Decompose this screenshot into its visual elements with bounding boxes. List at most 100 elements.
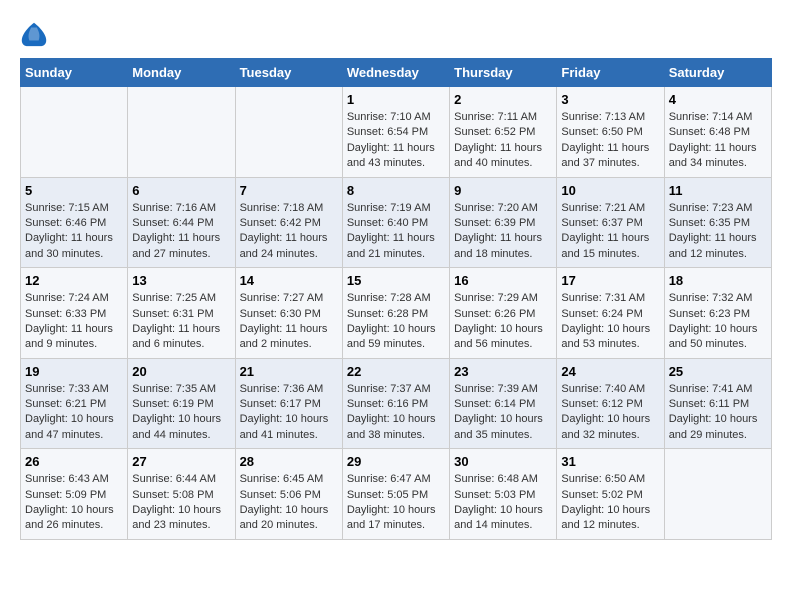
calendar-cell: 3 Sunrise: 7:13 AM Sunset: 6:50 PM Daylig… (557, 87, 664, 178)
day-number: 28 (240, 454, 338, 469)
day-number: 24 (561, 364, 659, 379)
day-number: 31 (561, 454, 659, 469)
day-info: Sunrise: 7:39 AM Sunset: 6:14 PM Dayligh… (454, 382, 552, 444)
calendar-cell: 11Sunrise: 7:23 AM Sunset: 6:35 PM Dayli… (664, 177, 771, 268)
day-info: Sunrise: 7:14 AM Sunset: 6:48 PM Dayligh… (669, 110, 767, 172)
weekday-header-sunday: Sunday (21, 59, 128, 87)
day-number: 13 (132, 273, 230, 288)
calendar-cell: 28Sunrise: 6:45 AM Sunset: 5:06 PM Dayli… (235, 449, 342, 540)
day-number: 10 (561, 183, 659, 198)
calendar-cell: 10 Sunrise: 7:21 AM Sunset: 6:37 PM Dayli… (557, 177, 664, 268)
day-number: 17 (561, 273, 659, 288)
calendar-cell: 8 Sunrise: 7:19 AM Sunset: 6:40 PM Daylig… (342, 177, 449, 268)
day-number: 29 (347, 454, 445, 469)
calendar-cell: 30 Sunrise: 6:48 AM Sunset: 5:03 PM Dayli… (450, 449, 557, 540)
day-info: Sunrise: 7:21 AM Sunset: 6:37 PM Dayligh… (561, 201, 659, 263)
day-number: 2 (454, 92, 552, 107)
calendar-cell (235, 87, 342, 178)
day-info: Sunrise: 7:31 AM Sunset: 6:24 PM Dayligh… (561, 291, 659, 353)
calendar-cell: 5Sunrise: 7:15 AM Sunset: 6:46 PM Daylig… (21, 177, 128, 268)
calendar-cell: 12 Sunrise: 7:24 AM Sunset: 6:33 PM Dayli… (21, 268, 128, 359)
calendar-cell: 6Sunrise: 7:16 AM Sunset: 6:44 PM Daylig… (128, 177, 235, 268)
calendar-table: SundayMondayTuesdayWednesdayThursdayFrid… (20, 58, 772, 540)
day-number: 16 (454, 273, 552, 288)
day-number: 23 (454, 364, 552, 379)
day-number: 7 (240, 183, 338, 198)
logo (20, 20, 50, 48)
day-info: Sunrise: 7:28 AM Sunset: 6:28 PM Dayligh… (347, 291, 445, 353)
day-number: 1 (347, 92, 445, 107)
calendar-cell: 2 Sunrise: 7:11 AM Sunset: 6:52 PM Daylig… (450, 87, 557, 178)
calendar-cell: 21 Sunrise: 7:36 AM Sunset: 6:17 PM Dayli… (235, 358, 342, 449)
day-info: Sunrise: 7:41 AM Sunset: 6:11 PM Dayligh… (669, 382, 767, 444)
day-info: Sunrise: 7:24 AM Sunset: 6:33 PM Dayligh… (25, 291, 123, 353)
day-number: 3 (561, 92, 659, 107)
calendar-week-row: 19 Sunrise: 7:33 AM Sunset: 6:21 PM Dayli… (21, 358, 772, 449)
day-info: Sunrise: 7:35 AM Sunset: 6:19 PM Dayligh… (132, 382, 230, 444)
day-number: 19 (25, 364, 123, 379)
day-info: Sunrise: 7:32 AM Sunset: 6:23 PM Dayligh… (669, 291, 767, 353)
weekday-header-wednesday: Wednesday (342, 59, 449, 87)
day-info: Sunrise: 6:47 AM Sunset: 5:05 PM Dayligh… (347, 472, 445, 534)
calendar-cell: 4Sunrise: 7:14 AM Sunset: 6:48 PM Daylig… (664, 87, 771, 178)
day-info: Sunrise: 7:27 AM Sunset: 6:30 PM Dayligh… (240, 291, 338, 353)
day-number: 5 (25, 183, 123, 198)
weekday-header-tuesday: Tuesday (235, 59, 342, 87)
day-number: 18 (669, 273, 767, 288)
day-number: 25 (669, 364, 767, 379)
calendar-cell: 1 Sunrise: 7:10 AM Sunset: 6:54 PM Daylig… (342, 87, 449, 178)
day-number: 14 (240, 273, 338, 288)
calendar-week-row: 26 Sunrise: 6:43 AM Sunset: 5:09 PM Dayli… (21, 449, 772, 540)
calendar-cell: 29 Sunrise: 6:47 AM Sunset: 5:05 PM Dayli… (342, 449, 449, 540)
weekday-header-row: SundayMondayTuesdayWednesdayThursdayFrid… (21, 59, 772, 87)
day-number: 30 (454, 454, 552, 469)
day-info: Sunrise: 6:50 AM Sunset: 5:02 PM Dayligh… (561, 472, 659, 534)
calendar-cell: 16Sunrise: 7:29 AM Sunset: 6:26 PM Dayli… (450, 268, 557, 359)
calendar-cell: 24 Sunrise: 7:40 AM Sunset: 6:12 PM Dayli… (557, 358, 664, 449)
calendar-cell (21, 87, 128, 178)
day-number: 27 (132, 454, 230, 469)
calendar-cell: 27 Sunrise: 6:44 AM Sunset: 5:08 PM Dayli… (128, 449, 235, 540)
day-info: Sunrise: 7:40 AM Sunset: 6:12 PM Dayligh… (561, 382, 659, 444)
calendar-cell: 15 Sunrise: 7:28 AM Sunset: 6:28 PM Dayli… (342, 268, 449, 359)
weekday-header-saturday: Saturday (664, 59, 771, 87)
day-info: Sunrise: 7:19 AM Sunset: 6:40 PM Dayligh… (347, 201, 445, 263)
day-number: 26 (25, 454, 123, 469)
day-number: 9 (454, 183, 552, 198)
calendar-cell: 17 Sunrise: 7:31 AM Sunset: 6:24 PM Dayli… (557, 268, 664, 359)
day-info: Sunrise: 7:13 AM Sunset: 6:50 PM Dayligh… (561, 110, 659, 172)
day-info: Sunrise: 6:44 AM Sunset: 5:08 PM Dayligh… (132, 472, 230, 534)
calendar-cell: 26 Sunrise: 6:43 AM Sunset: 5:09 PM Dayli… (21, 449, 128, 540)
day-info: Sunrise: 7:33 AM Sunset: 6:21 PM Dayligh… (25, 382, 123, 444)
calendar-cell (664, 449, 771, 540)
day-number: 20 (132, 364, 230, 379)
day-number: 21 (240, 364, 338, 379)
day-info: Sunrise: 6:48 AM Sunset: 5:03 PM Dayligh… (454, 472, 552, 534)
calendar-cell: 20 Sunrise: 7:35 AM Sunset: 6:19 PM Dayli… (128, 358, 235, 449)
calendar-cell: 25 Sunrise: 7:41 AM Sunset: 6:11 PM Dayli… (664, 358, 771, 449)
day-info: Sunrise: 7:36 AM Sunset: 6:17 PM Dayligh… (240, 382, 338, 444)
day-info: Sunrise: 7:11 AM Sunset: 6:52 PM Dayligh… (454, 110, 552, 172)
calendar-cell: 7 Sunrise: 7:18 AM Sunset: 6:42 PM Daylig… (235, 177, 342, 268)
calendar-cell: 14 Sunrise: 7:27 AM Sunset: 6:30 PM Dayli… (235, 268, 342, 359)
day-info: Sunrise: 7:18 AM Sunset: 6:42 PM Dayligh… (240, 201, 338, 263)
page-header (20, 20, 772, 48)
day-number: 22 (347, 364, 445, 379)
day-number: 8 (347, 183, 445, 198)
calendar-cell: 13Sunrise: 7:25 AM Sunset: 6:31 PM Dayli… (128, 268, 235, 359)
calendar-week-row: 5Sunrise: 7:15 AM Sunset: 6:46 PM Daylig… (21, 177, 772, 268)
logo-icon (20, 20, 48, 48)
weekday-header-friday: Friday (557, 59, 664, 87)
calendar-cell (128, 87, 235, 178)
day-number: 12 (25, 273, 123, 288)
day-number: 11 (669, 183, 767, 198)
day-info: Sunrise: 7:20 AM Sunset: 6:39 PM Dayligh… (454, 201, 552, 263)
calendar-cell: 9 Sunrise: 7:20 AM Sunset: 6:39 PM Daylig… (450, 177, 557, 268)
day-info: Sunrise: 7:10 AM Sunset: 6:54 PM Dayligh… (347, 110, 445, 172)
day-number: 15 (347, 273, 445, 288)
weekday-header-monday: Monday (128, 59, 235, 87)
day-info: Sunrise: 6:43 AM Sunset: 5:09 PM Dayligh… (25, 472, 123, 534)
calendar-cell: 19 Sunrise: 7:33 AM Sunset: 6:21 PM Dayli… (21, 358, 128, 449)
day-info: Sunrise: 7:16 AM Sunset: 6:44 PM Dayligh… (132, 201, 230, 263)
calendar-week-row: 1 Sunrise: 7:10 AM Sunset: 6:54 PM Daylig… (21, 87, 772, 178)
